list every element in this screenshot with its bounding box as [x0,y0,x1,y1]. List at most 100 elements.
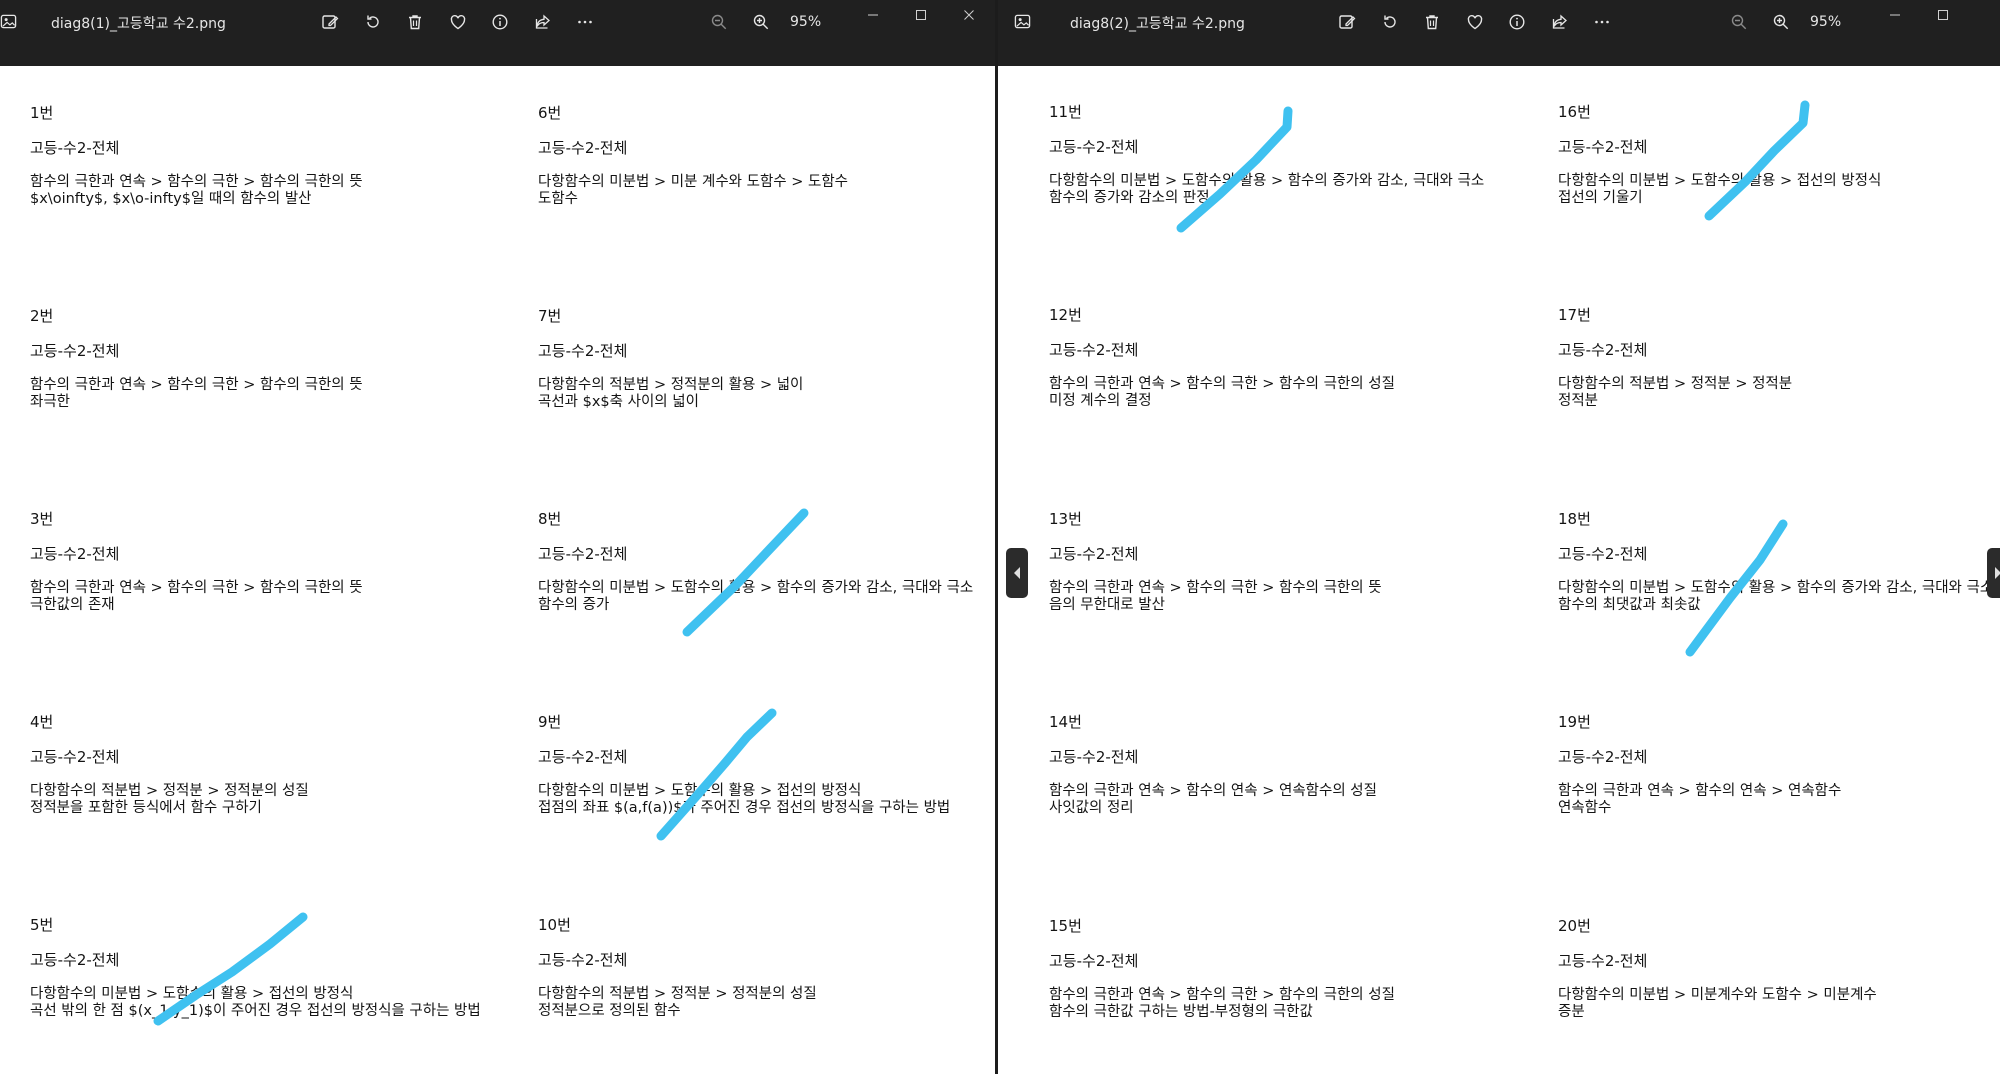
zoom-out-icon[interactable] [698,10,740,34]
maximize-icon[interactable] [897,4,945,26]
question-number: 2번 [30,307,54,325]
question-level: 고등-수2-전체 [30,139,120,157]
toolbar [1326,10,1624,34]
question-level: 고등-수2-전체 [1049,341,1139,359]
image-canvas: 1번 고등-수2-전체 함수의 극한과 연속 > 함수의 극한 > 함수의 극한의 … [0,66,996,1074]
more-icon[interactable] [564,10,607,34]
question-item: 17번 고등-수2-전체 다항함수의 적분법 > 정적분 > 정적분 정적분 [1558,306,1792,410]
question-category: 다항함수의 적분법 > 정적분의 활용 > 넓이 [538,377,804,393]
question-number: 16번 [1558,103,1591,121]
question-topic: $x\oinfty$, $x\o-infty$일 때의 함수의 발산 [30,191,312,207]
minimize-icon[interactable] [849,4,897,26]
edit-icon[interactable] [1326,10,1369,34]
question-topic: 함수의 증가 [538,597,610,613]
question-topic: 좌극한 [30,394,71,410]
question-level: 고등-수2-전체 [30,951,120,969]
image-viewer-window-right: diag8(2)_고등학교 수2.png 95% 11번 고등-수2-전체 다항함수… [998,0,2000,1074]
info-icon[interactable] [479,10,522,34]
question-category: 다항함수의 미분법 > 미분 계수와 도함수 > 도함수 [538,174,849,190]
edit-icon[interactable] [309,10,352,34]
delete-icon[interactable] [1411,10,1454,34]
minimize-icon[interactable] [1871,4,1919,26]
question-level: 고등-수2-전체 [538,748,628,766]
question-level: 고등-수2-전체 [1558,748,1648,766]
question-number: 13번 [1049,510,1082,528]
photos-app-icon [1014,13,1031,30]
question-number: 10번 [538,916,571,934]
question-item: 5번 고등-수2-전체 다항함수의 미분법 > 도함수의 활용 > 접선의 방정식 곡… [30,916,481,1020]
question-category: 함수의 극한과 연속 > 함수의 극한 > 함수의 극한의 성질 [1049,987,1395,1003]
zoom-out-icon[interactable] [1718,10,1760,34]
title-bar: diag8(1)_고등학교 수2.png 95% [0,0,996,66]
question-number: 3번 [30,510,54,528]
question-level: 고등-수2-전체 [1049,748,1139,766]
question-topic: 극한값의 존재 [30,597,115,613]
share-icon[interactable] [522,10,565,34]
question-level: 고등-수2-전체 [1558,545,1648,563]
question-category: 다항함수의 미분법 > 도함수의 활용 > 접선의 방정식 [538,783,862,799]
favorite-icon[interactable] [437,10,480,34]
zoom-level[interactable]: 95% [1810,14,1841,30]
question-topic: 접점의 좌표 $(a,f(a))$가 주어진 경우 접선의 방정식을 구하는 방… [538,800,951,816]
question-category: 다항함수의 미분법 > 도함수의 활용 > 접선의 방정식 [30,986,354,1002]
rotate-icon[interactable] [352,10,395,34]
more-icon[interactable] [1581,10,1624,34]
zoom-in-icon[interactable] [1760,10,1802,34]
question-item: 6번 고등-수2-전체 다항함수의 미분법 > 미분 계수와 도함수 > 도함수 도함… [538,104,848,208]
question-number: 17번 [1558,306,1591,324]
next-image-button[interactable] [1987,548,2000,598]
question-item: 11번 고등-수2-전체 다항함수의 미분법 > 도함수의 활용 > 함수의 증가와… [1049,103,1484,207]
question-category: 함수의 극한과 연속 > 함수의 극한 > 함수의 극한의 뜻 [1049,580,1382,596]
question-category: 다항함수의 적분법 > 정적분 > 정적분 [1558,376,1793,392]
question-category: 다항함수의 미분법 > 도함수의 활용 > 접선의 방정식 [1558,173,1882,189]
question-category: 다항함수의 미분법 > 도함수의 활용 > 함수의 증가와 감소, 극대와 극소 [1558,580,1994,596]
question-level: 고등-수2-전체 [1558,952,1648,970]
zoom-level[interactable]: 95% [790,14,821,30]
zoom-controls: 95% [1718,10,1841,34]
zoom-in-icon[interactable] [740,10,782,34]
question-topic: 정적분을 포함한 등식에서 함수 구하기 [30,800,262,816]
question-category: 함수의 극한과 연속 > 함수의 극한 > 함수의 극한의 뜻 [30,580,363,596]
rotate-icon[interactable] [1369,10,1412,34]
question-topic: 정적분으로 정의된 함수 [538,1003,681,1019]
previous-image-button[interactable] [1006,548,1028,598]
question-item: 18번고등-수2-전체다항함수의 미분법 > 도함수의 활용 > 함수의 증가와… [1558,510,1993,614]
delete-icon[interactable] [394,10,437,34]
question-topic: 음의 무한대로 발산 [1049,597,1165,613]
question-level: 고등-수2-전체 [30,748,120,766]
share-icon[interactable] [1539,10,1582,34]
favorite-icon[interactable] [1454,10,1497,34]
file-name: diag8(2)_고등학교 수2.png [1070,16,1245,32]
question-level: 고등-수2-전체 [1049,952,1139,970]
info-icon[interactable] [1496,10,1539,34]
question-category: 함수의 극한과 연속 > 함수의 연속 > 연속함수의 성질 [1049,783,1377,799]
question-number: 18번 [1558,510,1591,528]
window-controls [849,4,993,26]
question-category: 다항함수의 적분법 > 정적분 > 정적분의 성질 [30,783,309,799]
question-level: 고등-수2-전체 [538,951,628,969]
question-topic: 연속함수 [1558,800,1612,816]
close-icon[interactable] [945,4,993,26]
question-topic: 도함수 [538,191,579,207]
question-number: 9번 [538,713,562,731]
question-number: 14번 [1049,713,1082,731]
image-viewer-window-left: diag8(1)_고등학교 수2.png 95% 1번 고등-수2-전체 함수의 극… [0,0,996,1074]
question-item: 7번 고등-수2-전체 다항함수의 적분법 > 정적분의 활용 > 넓이 곡선과 $x… [538,307,803,411]
question-item: 16번 고등-수2-전체 다항함수의 미분법 > 도함수의 활용 > 접선의 방정식… [1558,103,1881,207]
title-bar: diag8(2)_고등학교 수2.png 95% [998,0,2000,66]
question-item: 19번 고등-수2-전체 함수의 극한과 연속 > 함수의 연속 > 연속함수 연속함… [1558,713,1841,817]
question-item: 9번고등-수2-전체다항함수의 미분법 > 도함수의 활용 > 접선의 방정식 접… [538,713,950,817]
maximize-icon[interactable] [1919,4,1967,26]
question-item: 12번 고등-수2-전체 함수의 극한과 연속 > 함수의 극한 > 함수의 극한의… [1049,306,1395,410]
question-item: 2번 고등-수2-전체 함수의 극한과 연속 > 함수의 극한 > 함수의 극한의 … [30,307,363,411]
zoom-controls: 95% [698,10,821,34]
question-level: 고등-수2-전체 [538,139,628,157]
image-canvas: 11번 고등-수2-전체 다항함수의 미분법 > 도함수의 활용 > 함수의 증가와… [998,66,2000,1074]
question-number: 7번 [538,307,562,325]
question-level: 고등-수2-전체 [1049,545,1139,563]
question-topic: 함수의 극한값 구하는 방법-부정형의 극한값 [1049,1004,1313,1020]
question-item: 15번고등-수2-전체함수의 극한과 연속 > 함수의 극한 > 함수의 극한의… [1049,917,1395,1021]
question-number: 15번 [1049,917,1082,935]
question-category: 함수의 극한과 연속 > 함수의 극한 > 함수의 극한의 성질 [1049,376,1395,392]
toolbar [309,10,607,34]
